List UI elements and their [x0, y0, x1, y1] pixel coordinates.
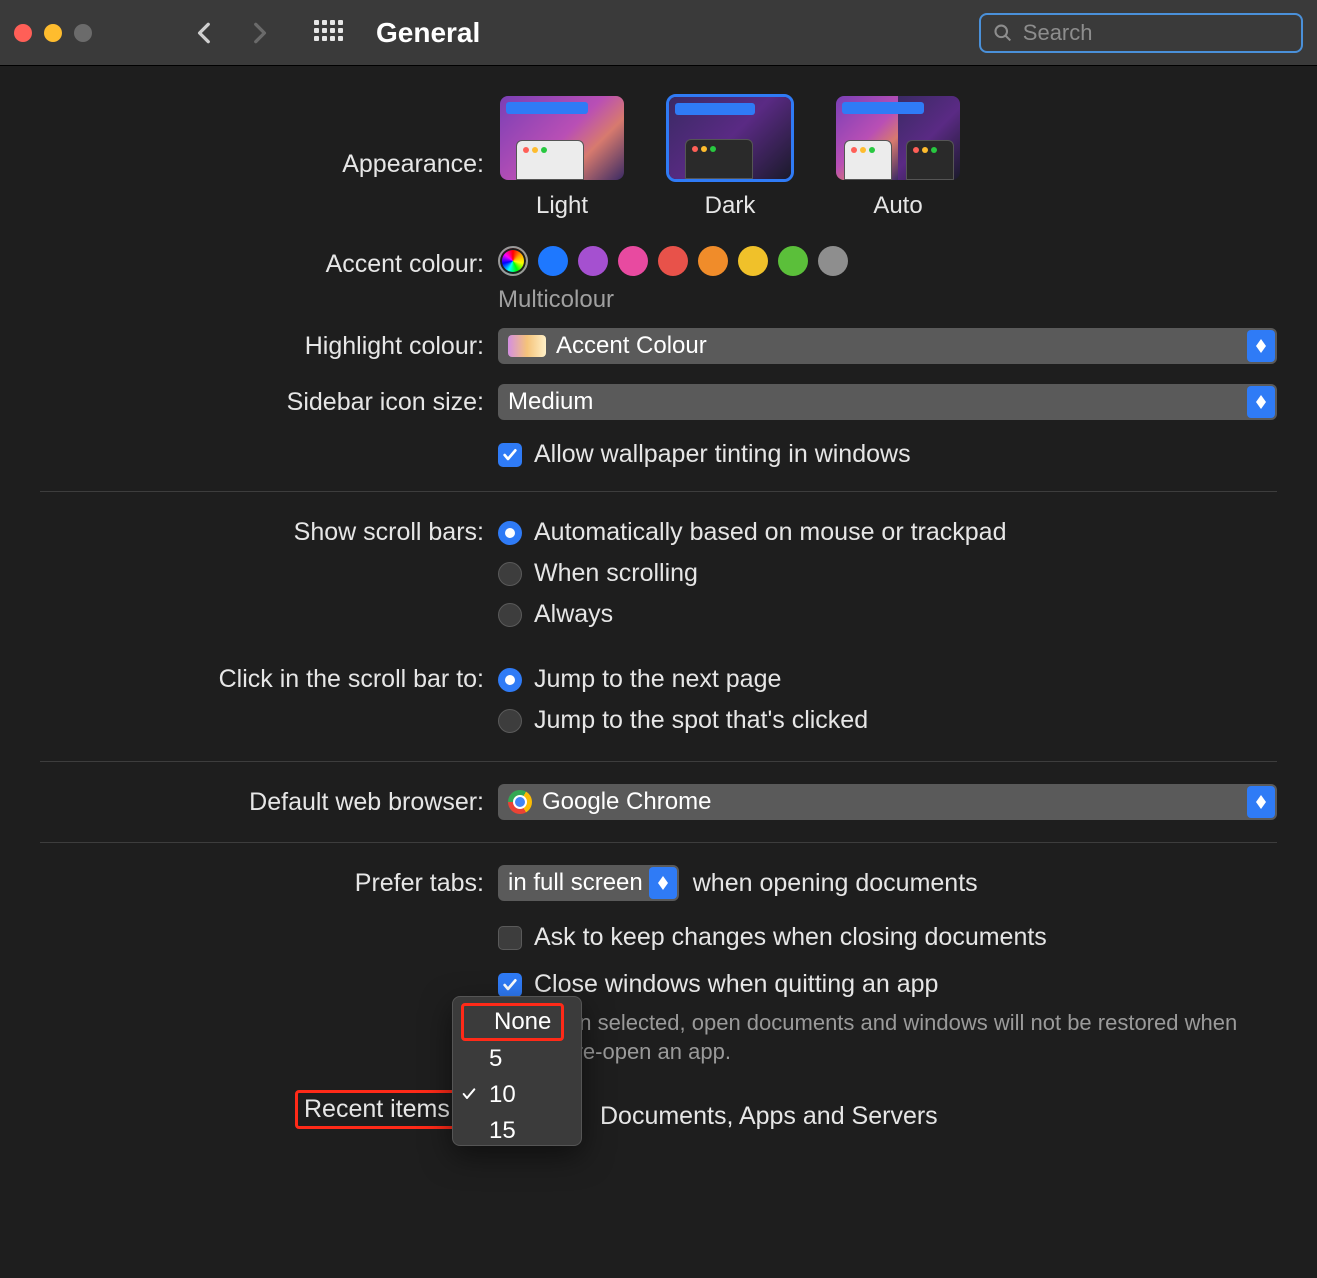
- window-controls: [14, 24, 92, 42]
- divider: [40, 491, 1277, 492]
- default-browser-label: Default web browser:: [40, 784, 498, 817]
- recent-items-menu-5[interactable]: 5: [453, 1041, 581, 1077]
- accent-blue[interactable]: [538, 246, 568, 276]
- appearance-option-auto[interactable]: Auto: [834, 94, 962, 220]
- accent-red[interactable]: [658, 246, 688, 276]
- window-title: General: [376, 17, 480, 49]
- recent-items-menu-10[interactable]: 10: [453, 1077, 581, 1113]
- scroll-always-radio[interactable]: [498, 603, 522, 627]
- click-spot-label: Jump to the spot that's clicked: [534, 706, 868, 735]
- recent-items-menu-none[interactable]: None: [453, 1003, 581, 1041]
- close-window-button[interactable]: [14, 24, 32, 42]
- prefer-tabs-popup[interactable]: in full screen: [498, 865, 679, 901]
- preferences-window: General Appearance: Light: [0, 0, 1317, 1278]
- prefer-tabs-value: in full screen: [508, 869, 643, 897]
- appearance-option-dark-label: Dark: [705, 192, 756, 220]
- accent-orange[interactable]: [698, 246, 728, 276]
- sidebar-icon-size-popup[interactable]: Medium: [498, 384, 1277, 420]
- show-all-button[interactable]: [314, 20, 340, 46]
- accent-caption: Multicolour: [498, 286, 1277, 314]
- search-field[interactable]: [979, 13, 1303, 53]
- updown-icon: [1247, 330, 1275, 362]
- accent-green[interactable]: [778, 246, 808, 276]
- minimize-window-button[interactable]: [44, 24, 62, 42]
- scroll-when-radio[interactable]: [498, 562, 522, 586]
- sidebar-icon-size-label: Sidebar icon size:: [40, 384, 498, 417]
- recent-items-label: Recent items:: [295, 1090, 466, 1129]
- ask-keep-changes-label: Ask to keep changes when closing documen…: [534, 923, 1047, 952]
- divider: [40, 842, 1277, 843]
- appearance-option-light[interactable]: Light: [498, 94, 626, 220]
- highlight-colour-value: Accent Colour: [556, 332, 707, 360]
- appearance-option-light-label: Light: [536, 192, 588, 220]
- close-windows-label: Close windows when quitting an app: [534, 970, 938, 999]
- accent-colour-row: [498, 246, 1277, 276]
- updown-icon: [1247, 786, 1275, 818]
- sidebar-icon-size-value: Medium: [508, 388, 593, 416]
- recent-items-menu-15[interactable]: 15: [453, 1113, 581, 1146]
- search-icon: [993, 22, 1013, 44]
- accent-purple[interactable]: [578, 246, 608, 276]
- scroll-always-label: Always: [534, 600, 613, 629]
- search-input[interactable]: [1023, 20, 1289, 46]
- back-button[interactable]: [192, 20, 218, 46]
- wallpaper-tinting-checkbox[interactable]: [498, 443, 522, 467]
- highlight-gradient-icon: [508, 335, 546, 357]
- close-windows-checkbox[interactable]: [498, 973, 522, 997]
- forward-button[interactable]: [246, 20, 272, 46]
- click-next-page-radio[interactable]: [498, 668, 522, 692]
- appearance-option-dark[interactable]: Dark: [666, 94, 794, 220]
- scroll-auto-label: Automatically based on mouse or trackpad: [534, 518, 1006, 547]
- checkmark-icon: [461, 1081, 477, 1109]
- accent-colour-label: Accent colour:: [40, 246, 498, 279]
- click-scroll-label: Click in the scroll bar to:: [40, 661, 498, 694]
- show-scroll-bars-label: Show scroll bars:: [40, 514, 498, 547]
- divider: [40, 761, 1277, 762]
- default-browser-popup[interactable]: Google Chrome: [498, 784, 1277, 820]
- click-next-page-label: Jump to the next page: [534, 665, 781, 694]
- highlight-colour-label: Highlight colour:: [40, 328, 498, 361]
- ask-keep-changes-checkbox[interactable]: [498, 926, 522, 950]
- scroll-when-label: When scrolling: [534, 559, 698, 588]
- updown-icon: [1247, 386, 1275, 418]
- appearance-label: Appearance:: [40, 94, 498, 179]
- wallpaper-tinting-label: Allow wallpaper tinting in windows: [534, 440, 911, 469]
- click-spot-radio[interactable]: [498, 709, 522, 733]
- highlight-colour-popup[interactable]: Accent Colour: [498, 328, 1277, 364]
- scroll-auto-radio[interactable]: [498, 521, 522, 545]
- prefer-tabs-label: Prefer tabs:: [40, 865, 498, 898]
- accent-pink[interactable]: [618, 246, 648, 276]
- nav-buttons: [192, 20, 340, 46]
- recent-items-menu: None 5 10 15: [452, 996, 582, 1146]
- accent-multicolour[interactable]: [498, 246, 528, 276]
- close-windows-hint: When selected, open documents and window…: [534, 1009, 1254, 1066]
- accent-yellow[interactable]: [738, 246, 768, 276]
- updown-icon: [649, 867, 677, 899]
- appearance-option-auto-label: Auto: [873, 192, 922, 220]
- accent-graphite[interactable]: [818, 246, 848, 276]
- titlebar: General: [0, 0, 1317, 66]
- default-browser-value: Google Chrome: [542, 788, 711, 816]
- prefer-tabs-suffix: when opening documents: [693, 869, 978, 898]
- chrome-icon: [508, 790, 532, 814]
- recent-items-suffix: Documents, Apps and Servers: [600, 1102, 938, 1131]
- zoom-window-button[interactable]: [74, 24, 92, 42]
- preferences-body: Appearance: Light: [0, 66, 1317, 1226]
